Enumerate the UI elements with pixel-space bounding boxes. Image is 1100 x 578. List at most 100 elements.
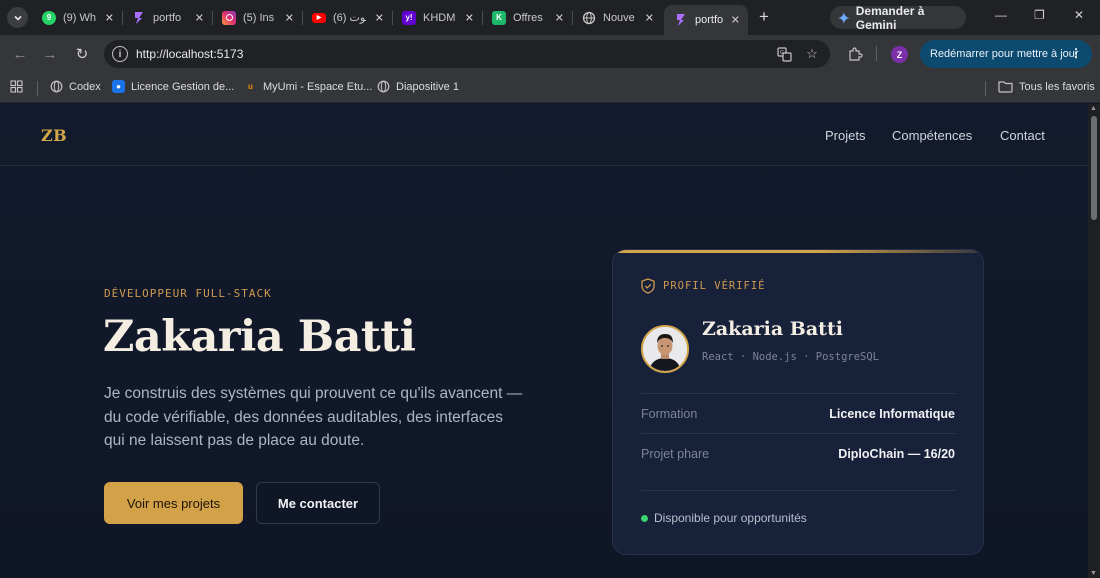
tab-title: (5) Ins: [243, 11, 275, 24]
reload-icon[interactable]: ↻: [73, 45, 91, 63]
browser-tab-offres[interactable]: K Offres ✕: [482, 5, 572, 30]
instagram-icon: [222, 10, 236, 25]
address-url[interactable]: http://localhost:5173: [136, 47, 243, 61]
availability-status-dot: [641, 515, 648, 522]
profile-photo-icon: [643, 327, 687, 371]
close-icon[interactable]: ✕: [195, 11, 204, 24]
divider: [641, 490, 957, 491]
scroll-up-arrow-icon[interactable]: ▲: [1090, 105, 1097, 112]
gemini-button[interactable]: Demander à Gemini: [830, 3, 966, 32]
close-icon[interactable]: ✕: [105, 11, 114, 24]
nav-link-contact[interactable]: Contact: [1000, 128, 1045, 143]
card-label: PROFIL VÉRIFIÉ: [663, 280, 766, 292]
youtube-icon: ▶: [312, 12, 326, 23]
all-bookmarks-label: Tous les favoris: [1019, 80, 1095, 93]
minimize-icon[interactable]: —: [995, 8, 1007, 22]
browser-tab-yahoo[interactable]: y! KHDM ✕: [392, 5, 482, 30]
card-accent-line: [613, 250, 983, 253]
new-tab-plus-icon[interactable]: +: [759, 8, 769, 26]
bookmark-codex[interactable]: Codex: [50, 80, 101, 93]
forward-arrow-icon[interactable]: →: [41, 45, 59, 63]
row-label-formation: Formation: [641, 407, 698, 421]
tab-title: KHDM: [423, 11, 456, 24]
bookmark-licence-gestion[interactable]: ● Licence Gestion de...: [112, 80, 234, 93]
row-value-projet: DiploChain — 16/20: [838, 447, 955, 461]
site-header: ZB Projets Compétences Contact: [0, 104, 1088, 166]
profile-avatar[interactable]: Z: [891, 46, 908, 63]
tab-title: Offres: [513, 11, 543, 24]
globe-icon: [582, 11, 596, 24]
globe-icon: [377, 80, 390, 93]
tab-title: (9) Wh: [63, 11, 96, 24]
bookmark-diapositive[interactable]: Diapositive 1: [377, 80, 459, 93]
hero-eyebrow: DÉVELOPPEUR FULL-STACK: [104, 287, 272, 300]
browser-tab-portfolio[interactable]: portfo ✕: [122, 5, 212, 30]
folder-icon: [998, 81, 1013, 93]
card-name: Zakaria Batti: [702, 318, 843, 340]
row-label-projet: Projet phare: [641, 447, 710, 461]
scroll-down-arrow-icon[interactable]: ▼: [1090, 570, 1097, 577]
bookmark-myumi[interactable]: u MyUmi - Espace Etu...: [244, 80, 372, 93]
nav-link-projets[interactable]: Projets: [825, 128, 865, 143]
view-projects-button[interactable]: Voir mes projets: [104, 482, 243, 524]
vite-icon: [677, 14, 685, 26]
browser-tab-youtube[interactable]: ▶ (6) يوت ✕: [302, 5, 392, 30]
contact-me-button[interactable]: Me contacter: [256, 482, 380, 524]
tab-title: portfo: [153, 11, 182, 24]
user-card-icon: ●: [112, 80, 125, 93]
nav-link-competences[interactable]: Compétences: [892, 128, 972, 143]
globe-icon: [50, 80, 63, 93]
browser-tab-whatsapp[interactable]: 9 (9) Wh ✕: [32, 5, 122, 30]
browser-tab-portfolio-active[interactable]: portfo ✕: [664, 5, 748, 35]
close-window-icon[interactable]: ✕: [1074, 8, 1084, 22]
gemini-label: Demander à Gemini: [855, 3, 925, 32]
browser-tab-instagram[interactable]: (5) Ins ✕: [212, 5, 302, 30]
whatsapp-icon: 9: [42, 10, 56, 25]
shield-check-icon: [641, 278, 655, 294]
bookmark-label: MyUmi - Espace Etu...: [263, 80, 373, 93]
apps-grid-icon[interactable]: [10, 80, 23, 93]
availability-status: Disponible pour opportunités: [654, 511, 807, 525]
translate-icon[interactable]: G: [776, 46, 792, 62]
scrollbar-thumb[interactable]: [1091, 116, 1097, 220]
page-scrollbar[interactable]: ▲ ▼: [1088, 104, 1100, 578]
restore-icon[interactable]: ❐: [1034, 8, 1045, 22]
extensions-puzzle-icon[interactable]: [847, 46, 863, 62]
close-icon[interactable]: ✕: [731, 14, 740, 27]
all-bookmarks-folder[interactable]: Tous les favoris: [998, 80, 1095, 93]
tab-title: portfo: [695, 14, 724, 26]
verified-profile-card: PROFIL VÉRIFIÉ Zakaria Batti React · Nod…: [612, 249, 984, 555]
restart-update-button[interactable]: Redémarrer pour mettre à jour ⋮: [920, 40, 1092, 68]
bookmark-separator: [37, 81, 38, 96]
close-icon[interactable]: ✕: [465, 11, 474, 24]
close-icon[interactable]: ✕: [285, 11, 294, 24]
bookmark-label: Diapositive 1: [396, 80, 459, 93]
k-logo-icon: K: [492, 10, 506, 25]
tab-search-button[interactable]: [7, 7, 28, 28]
svg-text:G: G: [780, 50, 784, 56]
card-tech-stack: React · Node.js · PostgreSQL: [702, 351, 880, 363]
chevron-down-icon: [13, 15, 22, 21]
back-arrow-icon[interactable]: ←: [11, 45, 29, 63]
bookmark-label: Licence Gestion de...: [131, 80, 235, 93]
site-logo[interactable]: ZB: [41, 126, 67, 145]
bookmark-separator: [985, 81, 986, 96]
avatar: [641, 325, 689, 373]
update-label: Redémarrer pour mettre à jour: [930, 48, 1079, 60]
browser-toolbar: ← → ↻ i http://localhost:5173 G ☆ Z Redé…: [0, 35, 1100, 73]
bookmark-star-icon[interactable]: ☆: [804, 46, 820, 62]
close-icon[interactable]: ✕: [645, 11, 654, 24]
hero-title: Zakaria Batti: [103, 312, 416, 362]
browser-tab-new[interactable]: Nouve ✕: [572, 5, 662, 30]
close-icon[interactable]: ✕: [375, 11, 384, 24]
site-info-icon[interactable]: i: [112, 46, 128, 62]
toolbar-separator: [876, 46, 877, 61]
bookmark-label: Codex: [69, 80, 101, 93]
more-vertical-icon[interactable]: ⋮: [1070, 46, 1082, 60]
bookmarks-bar: Codex ● Licence Gestion de... u MyUmi - …: [0, 73, 1100, 103]
browser-tab-bar: 9 (9) Wh ✕ portfo ✕ (5) Ins ✕ ▶ (6) يوت …: [0, 0, 1100, 35]
close-icon[interactable]: ✕: [555, 11, 564, 24]
address-bar[interactable]: i http://localhost:5173 G ☆: [104, 40, 830, 68]
vite-icon: [135, 11, 143, 24]
hero-description: Je construis des systèmes qui prouvent c…: [104, 385, 523, 449]
